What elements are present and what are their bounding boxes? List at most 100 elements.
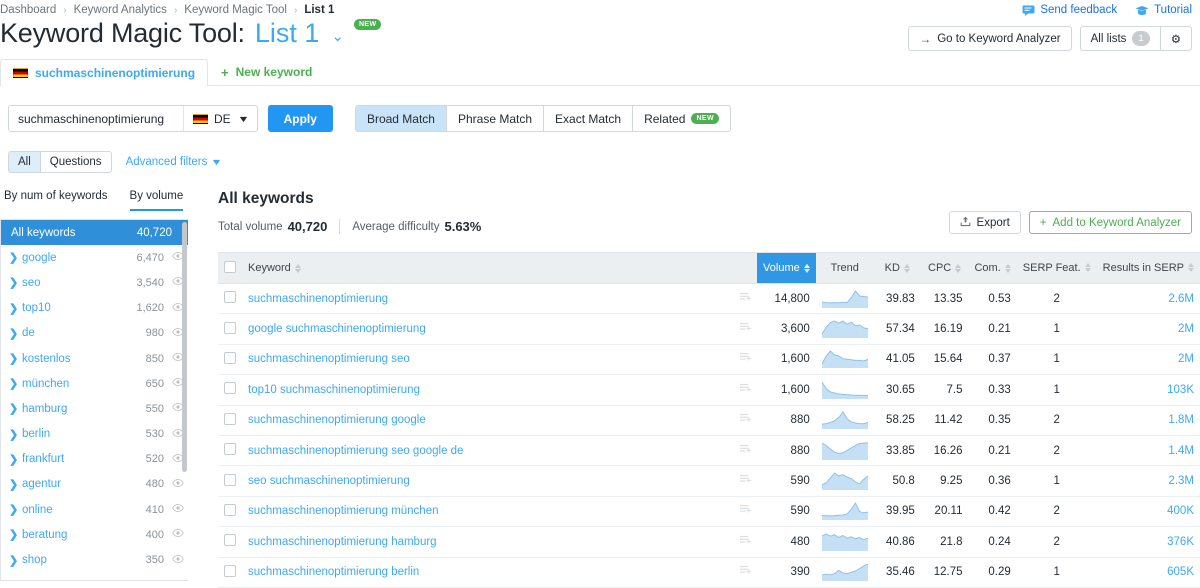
keyword-link[interactable]: suchmaschinenoptimierung berlin (248, 566, 419, 578)
chevron-right-icon[interactable]: ❯ (9, 276, 22, 289)
add-to-list-icon[interactable] (740, 352, 751, 363)
sidebar-item-m-nchen[interactable]: ❯münchen650 (1, 371, 188, 396)
advanced-filters-toggle[interactable]: Advanced filters ▼ (126, 156, 222, 168)
eye-toggle[interactable] (172, 477, 184, 492)
eye-icon[interactable] (172, 553, 184, 565)
chevron-right-icon[interactable]: ❯ (9, 327, 22, 340)
results-link[interactable]: 400K (1167, 505, 1194, 517)
tab-new-keyword[interactable]: + New keyword (208, 58, 325, 85)
row-checkbox[interactable] (224, 352, 236, 364)
chevron-right-icon[interactable]: ❯ (9, 302, 22, 315)
results-link[interactable]: 2M (1178, 353, 1194, 365)
row-checkbox[interactable] (224, 443, 236, 455)
results-link[interactable]: 1.8M (1168, 414, 1194, 426)
row-select-cell[interactable] (218, 314, 242, 344)
export-button[interactable]: Export (949, 211, 1021, 234)
row-select-cell[interactable] (218, 284, 242, 314)
eye-toggle[interactable] (172, 553, 184, 568)
sidebar-item-kostenlos[interactable]: ❯kostenlos850 (1, 346, 188, 371)
eye-icon[interactable] (172, 502, 184, 514)
add-to-list-icon[interactable] (740, 535, 751, 546)
keyword-link[interactable]: top10 suchmaschinenoptimierung (248, 384, 420, 396)
chevron-right-icon[interactable]: ❯ (9, 554, 22, 567)
th-kd[interactable]: KD (874, 253, 921, 284)
row-action-cell[interactable] (734, 344, 757, 374)
row-checkbox[interactable] (224, 291, 236, 303)
row-select-cell[interactable] (218, 344, 242, 374)
chevron-right-icon[interactable]: ❯ (9, 428, 22, 441)
results-link[interactable]: 2.6M (1168, 293, 1194, 305)
match-exact-button[interactable]: Exact Match (543, 105, 632, 132)
th-volume[interactable]: Volume (757, 253, 816, 284)
keyword-link[interactable]: suchmaschinenoptimierung münchen (248, 505, 439, 517)
row-action-cell[interactable] (734, 314, 757, 344)
sidebar-item-hamburg[interactable]: ❯hamburg550 (1, 396, 188, 421)
sidebar-item-seo[interactable]: ❯seo3,540 (1, 270, 188, 295)
results-link[interactable]: 2.3M (1168, 475, 1194, 487)
eye-toggle[interactable] (172, 502, 184, 517)
settings-button[interactable]: ⚙ (1160, 26, 1192, 51)
sidebar-scrollbar[interactable] (182, 222, 187, 472)
chevron-right-icon[interactable]: ❯ (9, 377, 22, 390)
th-keyword[interactable]: Keyword (242, 253, 734, 284)
results-link[interactable]: 376K (1167, 536, 1194, 548)
row-action-cell[interactable] (734, 496, 757, 526)
match-broad-button[interactable]: Broad Match (355, 105, 446, 132)
th-results-in-serp[interactable]: Results in SERP (1097, 253, 1200, 284)
go-to-keyword-analyzer-button[interactable]: → Go to Keyword Analyzer (908, 26, 1071, 51)
sidebar-item-top10[interactable]: ❯top101,620 (1, 296, 188, 321)
results-link[interactable]: 103K (1167, 384, 1194, 396)
th-com[interactable]: Com. (968, 253, 1016, 284)
add-to-list-icon[interactable] (740, 504, 751, 515)
chevron-right-icon[interactable]: ❯ (9, 402, 22, 415)
tutorial-link[interactable]: Tutorial (1135, 4, 1192, 16)
add-to-list-icon[interactable] (740, 474, 751, 485)
row-action-cell[interactable] (734, 405, 757, 435)
chevron-right-icon[interactable]: ❯ (9, 352, 22, 365)
results-link[interactable]: 1.4M (1168, 445, 1194, 457)
row-select-cell[interactable] (218, 466, 242, 496)
row-action-cell[interactable] (734, 375, 757, 405)
th-select-all[interactable] (218, 253, 242, 284)
sidebar-item-agentur[interactable]: ❯agentur480 (1, 472, 188, 497)
add-to-list-icon[interactable] (740, 322, 751, 333)
chevron-right-icon[interactable]: ❯ (9, 251, 22, 264)
add-to-list-icon[interactable] (740, 444, 751, 455)
chevron-right-icon[interactable]: ❯ (9, 528, 22, 541)
sidebar-item-google[interactable]: ❯google6,470 (1, 245, 188, 270)
row-select-cell[interactable] (218, 557, 242, 587)
apply-button[interactable]: Apply (268, 105, 333, 132)
database-select[interactable]: DE ▼ (183, 106, 257, 131)
row-checkbox[interactable] (224, 534, 236, 546)
sidebar-item-berlin[interactable]: ❯berlin530 (1, 422, 188, 447)
add-to-keyword-analyzer-button[interactable]: + Add to Keyword Analyzer (1029, 211, 1192, 234)
match-phrase-button[interactable]: Phrase Match (446, 105, 543, 132)
row-select-cell[interactable] (218, 405, 242, 435)
add-to-list-icon[interactable] (740, 383, 751, 394)
row-checkbox[interactable] (224, 474, 236, 486)
row-checkbox[interactable] (224, 504, 236, 516)
add-to-list-icon[interactable] (740, 292, 751, 303)
chevron-down-icon[interactable]: ⌄ (331, 29, 344, 44)
eye-toggle[interactable] (172, 527, 184, 542)
select-all-checkbox[interactable] (224, 261, 236, 273)
row-action-cell[interactable] (734, 435, 757, 465)
send-feedback-link[interactable]: Send feedback (1022, 4, 1117, 16)
sidebar-tab-by-volume[interactable]: By volume (130, 190, 184, 211)
th-cpc[interactable]: CPC (921, 253, 969, 284)
tab-suchmaschinenoptimierung[interactable]: suchmaschinenoptimierung (0, 59, 208, 86)
eye-icon[interactable] (172, 527, 184, 539)
list-name[interactable]: List 1 (255, 18, 320, 49)
keyword-link[interactable]: suchmaschinenoptimierung seo (248, 353, 410, 365)
sidebar-item-de[interactable]: ❯de980 (1, 321, 188, 346)
filter-all-button[interactable]: All (8, 151, 40, 173)
row-select-cell[interactable] (218, 527, 242, 557)
keyword-link[interactable]: suchmaschinenoptimierung google (248, 414, 426, 426)
sidebar-item-all-keywords[interactable]: All keywords 40,720 (1, 220, 188, 245)
results-link[interactable]: 605K (1167, 566, 1194, 578)
keyword-link[interactable]: google suchmaschinenoptimierung (248, 323, 426, 335)
search-input[interactable] (9, 106, 183, 131)
sidebar-item-shop[interactable]: ❯shop350 (1, 547, 188, 572)
chevron-right-icon[interactable]: ❯ (9, 453, 22, 466)
all-lists-button[interactable]: All lists 1 (1080, 26, 1160, 51)
